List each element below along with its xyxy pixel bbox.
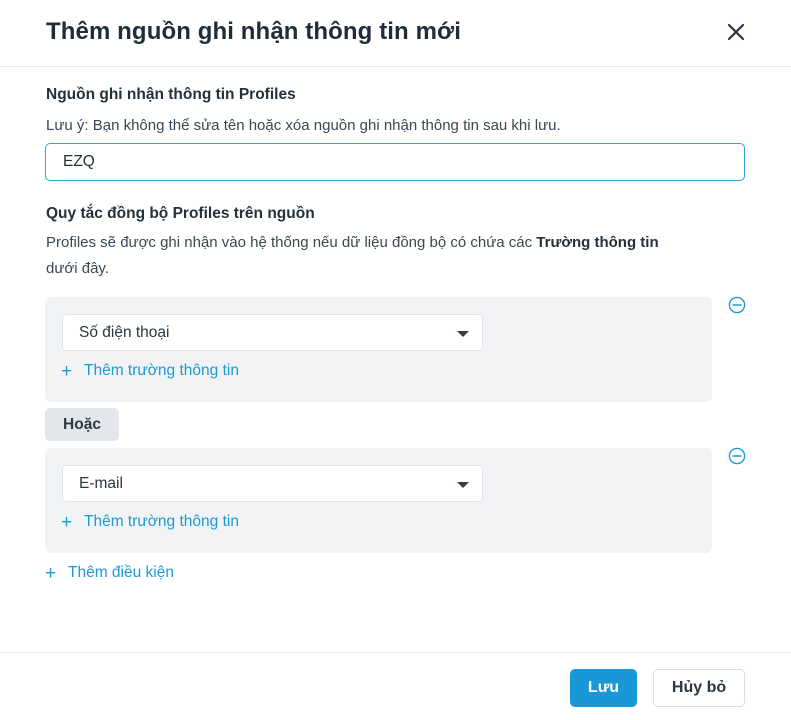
rules-description-bold: Trường thông tin xyxy=(536,234,659,251)
condition-group-1: Số điện thoại + Thêm trường thông tin xyxy=(45,297,712,402)
condition-group-2: E-mail + Thêm trường thông tin xyxy=(45,448,712,553)
add-condition-button[interactable]: + Thêm điều kiện xyxy=(45,564,174,583)
field-select-value: Số điện thoại xyxy=(79,324,170,341)
rules-description-suffix: dưới đây. xyxy=(46,260,109,277)
remove-circle-icon[interactable] xyxy=(728,296,746,314)
plus-icon: + xyxy=(61,512,73,533)
source-note: Lưu ý: Bạn không thể sửa tên hoặc xóa ng… xyxy=(46,117,561,134)
add-field-button-1[interactable]: + Thêm trường thông tin xyxy=(61,362,239,384)
source-name-input[interactable] xyxy=(45,143,745,181)
rules-label: Quy tắc đồng bộ Profiles trên nguồn xyxy=(46,205,315,222)
remove-circle-icon[interactable] xyxy=(728,447,746,465)
add-field-label: Thêm trường thông tin xyxy=(84,362,239,379)
cancel-button[interactable]: Hủy bỏ xyxy=(653,669,745,707)
field-select-1[interactable]: Số điện thoại xyxy=(62,314,483,351)
or-badge: Hoặc xyxy=(45,408,119,441)
field-select-value: E-mail xyxy=(79,475,123,492)
field-select-2[interactable]: E-mail xyxy=(62,465,483,502)
dialog-title: Thêm nguồn ghi nhận thông tin mới xyxy=(46,18,461,45)
add-field-label: Thêm trường thông tin xyxy=(84,513,239,530)
dialog-header: Thêm nguồn ghi nhận thông tin mới xyxy=(0,0,791,67)
close-icon[interactable] xyxy=(722,18,750,46)
caret-down-icon xyxy=(457,331,469,337)
plus-icon: + xyxy=(45,563,57,584)
save-button[interactable]: Lưu xyxy=(570,669,637,707)
add-condition-label: Thêm điều kiện xyxy=(68,564,174,581)
caret-down-icon xyxy=(457,482,469,488)
rules-description: Profiles sẽ được ghi nhận vào hệ thống n… xyxy=(46,230,751,282)
add-field-button-2[interactable]: + Thêm trường thông tin xyxy=(61,513,239,535)
plus-icon: + xyxy=(61,361,73,382)
rules-description-text: Profiles sẽ được ghi nhận vào hệ thống n… xyxy=(46,234,537,251)
source-label: Nguồn ghi nhận thông tin Profiles xyxy=(46,86,296,103)
